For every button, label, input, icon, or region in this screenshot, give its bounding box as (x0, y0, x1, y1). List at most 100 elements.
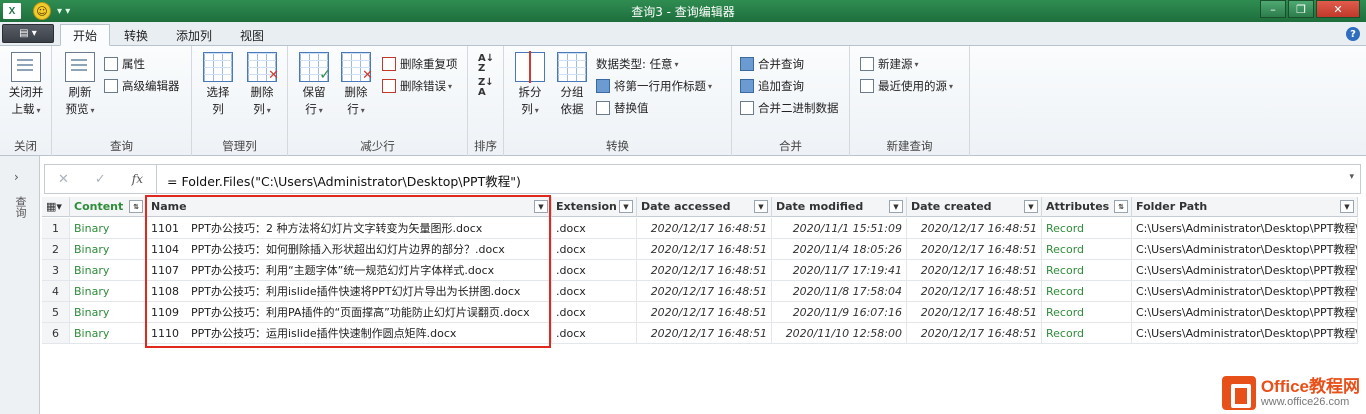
extension-cell[interactable]: .docx (552, 302, 637, 323)
remove-duplicates-button[interactable]: 删除重复项 (382, 54, 458, 74)
folder-path-cell[interactable]: C:\Users\Administrator\Desktop\PPT教程\ (1132, 218, 1358, 239)
extension-cell[interactable]: .docx (552, 323, 637, 344)
date-accessed-cell[interactable]: 2020/12/17 16:48:51 (637, 260, 772, 281)
combine-binaries-button[interactable]: 合并二进制数据 (740, 98, 839, 118)
column-header[interactable]: Date created ▼ (907, 197, 1042, 217)
close-button[interactable]: ✕ (1316, 0, 1360, 18)
filter-dropdown-icon[interactable]: ▼ (754, 200, 768, 213)
help-icon[interactable]: ? (1346, 27, 1360, 41)
binary-link[interactable]: Binary (70, 302, 147, 323)
date-modified-cell[interactable]: 2020/11/10 12:58:00 (772, 323, 907, 344)
column-header[interactable]: Date modified ▼ (772, 197, 907, 217)
row-number[interactable]: 3 (42, 260, 70, 281)
properties-button[interactable]: 属性 (104, 54, 145, 74)
close-and-load-button[interactable]: 关闭并 上载 ▾ (4, 52, 48, 119)
replace-values-button[interactable]: 替换值 (596, 98, 649, 118)
fx-icon[interactable]: fx (132, 172, 143, 186)
filter-dropdown-icon[interactable]: ▼ (534, 200, 548, 213)
record-link[interactable]: Record (1042, 260, 1132, 281)
folder-path-cell[interactable]: C:\Users\Administrator\Desktop\PPT教程\ (1132, 239, 1358, 260)
remove-errors-button[interactable]: 删除错误 ▾ (382, 76, 452, 96)
date-accessed-cell[interactable]: 2020/12/17 16:48:51 (637, 239, 772, 260)
expand-formula-icon[interactable]: ▾ (1349, 172, 1354, 182)
row-number[interactable]: 6 (42, 323, 70, 344)
remove-columns-button[interactable]: 删除 列▾ (240, 52, 284, 119)
merge-queries-button[interactable]: 合并查询 (740, 54, 804, 74)
column-header[interactable]: Content ⇅ (70, 197, 147, 217)
folder-path-cell[interactable]: C:\Users\Administrator\Desktop\PPT教程\ (1132, 302, 1358, 323)
date-accessed-cell[interactable]: 2020/12/17 16:48:51 (637, 302, 772, 323)
extension-cell[interactable]: .docx (552, 260, 637, 281)
binary-link[interactable]: Binary (70, 323, 147, 344)
recent-sources-button[interactable]: 最近使用的源 ▾ (860, 76, 953, 96)
date-created-cell[interactable]: 2020/12/17 16:48:51 (907, 239, 1042, 260)
date-created-cell[interactable]: 2020/12/17 16:48:51 (907, 302, 1042, 323)
binary-link[interactable]: Binary (70, 260, 147, 281)
quick-access-dropdown[interactable]: ▾ ▾ (57, 6, 70, 17)
column-header[interactable]: Date accessed ▼ (637, 197, 772, 217)
name-cell[interactable]: 1108 PPT办公技巧：利用islide插件快速将PPT幻灯片导出为长拼图.do… (147, 281, 552, 302)
tab-transform[interactable]: 转换 (112, 24, 160, 46)
row-number[interactable]: 1 (42, 218, 70, 239)
cancel-formula-icon[interactable]: ✕ (58, 172, 69, 187)
row-number[interactable]: 5 (42, 302, 70, 323)
group-by-button[interactable]: 分组 依据 (550, 52, 594, 118)
folder-path-cell[interactable]: C:\Users\Administrator\Desktop\PPT教程\ (1132, 323, 1358, 344)
sort-descending-icon[interactable]: Z↓ A (478, 78, 494, 98)
tab-home[interactable]: 开始 (60, 24, 111, 46)
filter-dropdown-icon[interactable]: ▼ (1340, 200, 1354, 213)
record-link[interactable]: Record (1042, 218, 1132, 239)
row-number[interactable]: 4 (42, 281, 70, 302)
commit-formula-icon[interactable]: ✓ (95, 172, 106, 187)
binary-link[interactable]: Binary (70, 218, 147, 239)
use-first-row-as-headers-button[interactable]: 将第一行用作标题 ▾ (596, 76, 712, 96)
expand-binary-icon[interactable]: ⇅ (129, 200, 143, 213)
date-modified-cell[interactable]: 2020/11/9 16:07:16 (772, 302, 907, 323)
tab-add-column[interactable]: 添加列 (164, 24, 224, 46)
advanced-editor-button[interactable]: 高级编辑器 (104, 76, 180, 96)
name-cell[interactable]: 1109 PPT办公技巧：利用PA插件的“页面撑高”功能防止幻灯片误翻页.docx (147, 302, 552, 323)
date-created-cell[interactable]: 2020/12/17 16:48:51 (907, 323, 1042, 344)
extension-cell[interactable]: .docx (552, 281, 637, 302)
name-cell[interactable]: 1101 PPT办公技巧：2 种方法将幻灯片文字转变为矢量图形.docx (147, 218, 552, 239)
new-source-button[interactable]: 新建源 ▾ (860, 54, 919, 74)
extension-cell[interactable]: .docx (552, 239, 637, 260)
data-type-dropdown[interactable]: 数据类型: 任意 ▾ (596, 54, 679, 74)
date-accessed-cell[interactable]: 2020/12/17 16:48:51 (637, 281, 772, 302)
expand-record-icon[interactable]: ⇅ (1114, 200, 1128, 213)
formula-input[interactable]: = Folder.Files("C:\Users\Administrator\D… (167, 171, 521, 190)
date-accessed-cell[interactable]: 2020/12/17 16:48:51 (637, 218, 772, 239)
sort-ascending-icon[interactable]: A↓ Z (478, 54, 494, 74)
binary-link[interactable]: Binary (70, 281, 147, 302)
date-created-cell[interactable]: 2020/12/17 16:48:51 (907, 260, 1042, 281)
name-cell[interactable]: 1110 PPT办公技巧：运用islide插件快速制作圆点矩阵.docx (147, 323, 552, 344)
name-cell[interactable]: 1104 PPT办公技巧：如何删除插入形状超出幻灯片边界的部分？.docx (147, 239, 552, 260)
filter-dropdown-icon[interactable]: ▼ (619, 200, 633, 213)
column-header[interactable]: Extension ▼ (552, 197, 637, 217)
smiley-feedback-icon[interactable]: ☺ (33, 2, 51, 20)
choose-columns-button[interactable]: 选择 列 (196, 52, 240, 118)
record-link[interactable]: Record (1042, 281, 1132, 302)
folder-path-cell[interactable]: C:\Users\Administrator\Desktop\PPT教程\ (1132, 260, 1358, 281)
date-created-cell[interactable]: 2020/12/17 16:48:51 (907, 218, 1042, 239)
date-modified-cell[interactable]: 2020/11/8 17:58:04 (772, 281, 907, 302)
filter-dropdown-icon[interactable]: ▼ (1024, 200, 1038, 213)
record-link[interactable]: Record (1042, 302, 1132, 323)
column-header[interactable]: Folder Path ▼ (1132, 197, 1358, 217)
row-number[interactable]: 2 (42, 239, 70, 260)
folder-path-cell[interactable]: C:\Users\Administrator\Desktop\PPT教程\ (1132, 281, 1358, 302)
date-modified-cell[interactable]: 2020/11/7 17:19:41 (772, 260, 907, 281)
restore-button[interactable]: ❐ (1288, 0, 1314, 18)
name-cell[interactable]: 1107 PPT办公技巧：利用“主题字体”统一规范幻灯片字体样式.docx (147, 260, 552, 281)
date-accessed-cell[interactable]: 2020/12/17 16:48:51 (637, 323, 772, 344)
column-header[interactable]: Attributes ⇅ (1042, 197, 1132, 217)
minimize-button[interactable]: – (1260, 0, 1286, 18)
date-modified-cell[interactable]: 2020/11/1 15:51:09 (772, 218, 907, 239)
record-link[interactable]: Record (1042, 239, 1132, 260)
column-header[interactable]: Name ▼ (147, 197, 552, 217)
remove-rows-button[interactable]: 删除 行▾ (334, 52, 378, 119)
refresh-preview-button[interactable]: 刷新 预览 ▾ (58, 52, 102, 119)
date-created-cell[interactable]: 2020/12/17 16:48:51 (907, 281, 1042, 302)
date-modified-cell[interactable]: 2020/11/4 18:05:26 (772, 239, 907, 260)
file-menu-button[interactable]: ▤ ▾ (2, 24, 54, 43)
